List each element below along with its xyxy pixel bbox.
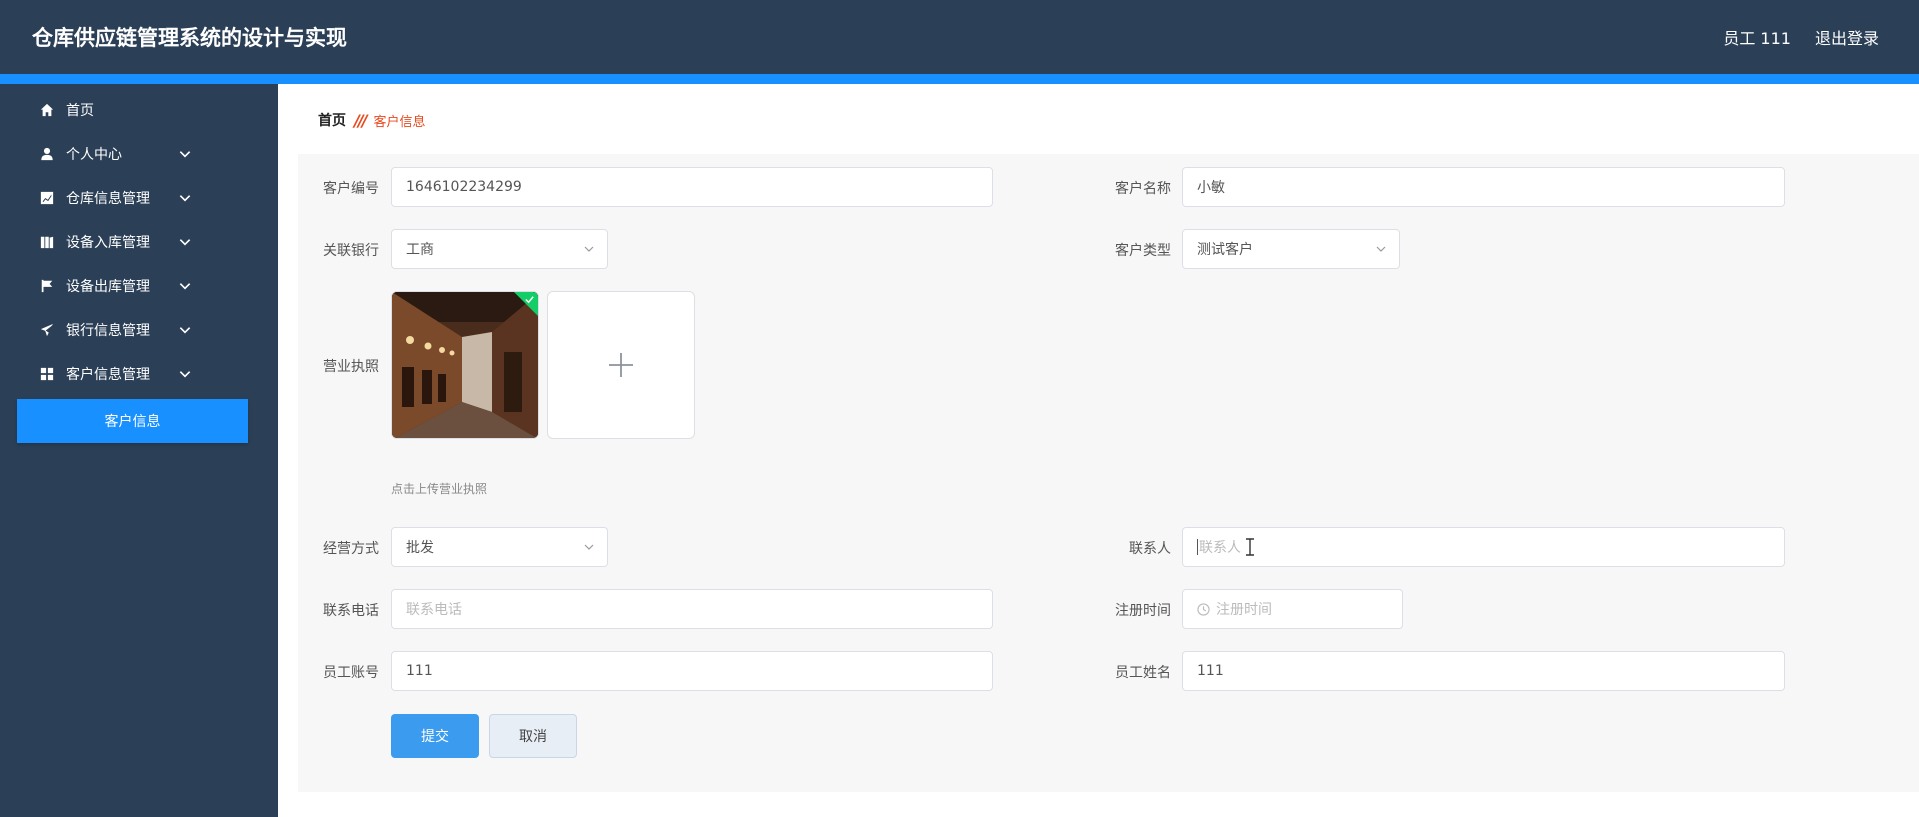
sidebar-item-label: 设备出库管理 [66, 279, 150, 295]
breadcrumb-home[interactable]: 首页 [318, 110, 346, 130]
text-cursor-icon [1246, 538, 1254, 556]
sidebar-item-home[interactable]: 首页 [40, 95, 240, 125]
book-icon [40, 235, 54, 249]
sidebar-item-label: 客户信息管理 [66, 367, 150, 383]
sidebar-subitem-customer-info[interactable]: 客户信息 [17, 399, 248, 443]
customer-name-input[interactable]: 小敏 [1182, 167, 1785, 207]
logout-button[interactable]: 退出登录 [1815, 25, 1879, 49]
reg-time-placeholder: 注册时间 [1216, 602, 1272, 618]
contact-label: 联系人 [1129, 541, 1171, 557]
chevron-down-icon [178, 147, 192, 161]
sidebar-item-label: 仓库信息管理 [66, 191, 150, 207]
sidebar-item-inbound[interactable]: 设备入库管理 [40, 227, 240, 257]
customer-type-label: 客户类型 [1115, 243, 1171, 259]
customer-id-input[interactable]: 1646102234299 [391, 167, 993, 207]
header-right: 员工 111 退出登录 [1723, 25, 1879, 49]
chart-icon [40, 191, 54, 205]
chevron-down-icon [178, 367, 192, 381]
app-title: 仓库供应链管理系统的设计与实现 [32, 26, 347, 50]
submit-button[interactable]: 提交 [391, 714, 479, 758]
customer-name-label: 客户名称 [1115, 181, 1171, 197]
license-thumbnail[interactable] [391, 291, 539, 439]
chevron-down-icon [178, 191, 192, 205]
check-icon [525, 296, 534, 304]
business-mode-select-value: 批发 [406, 540, 434, 556]
breadcrumb-separator: /// [354, 110, 367, 130]
phone-input[interactable]: 联系电话 [391, 589, 993, 629]
reg-time-label: 注册时间 [1115, 603, 1171, 619]
flag-icon [40, 279, 54, 293]
sidebar-item-customer[interactable]: 客户信息管理 [40, 359, 240, 389]
sidebar-item-warehouse[interactable]: 仓库信息管理 [40, 183, 240, 213]
sidebar-item-label: 银行信息管理 [66, 323, 150, 339]
bank-label: 关联银行 [323, 243, 379, 259]
chevron-down-icon [583, 541, 595, 553]
grid-icon [40, 367, 54, 381]
staff-account-input[interactable]: 111 [391, 651, 993, 691]
chevron-down-icon [178, 235, 192, 249]
send-icon [40, 323, 54, 337]
header-accent-bar [0, 74, 1919, 84]
sidebar-item-outbound[interactable]: 设备出库管理 [40, 271, 240, 301]
license-upload-button[interactable] [547, 291, 695, 439]
cancel-button[interactable]: 取消 [489, 714, 577, 758]
home-icon [40, 103, 54, 117]
customer-type-select[interactable]: 测试客户 [1182, 229, 1400, 269]
chevron-down-icon [1375, 243, 1387, 255]
sidebar-item-bank[interactable]: 银行信息管理 [40, 315, 240, 345]
chevron-down-icon [583, 243, 595, 255]
user-label[interactable]: 员工 111 [1723, 25, 1791, 49]
bank-select-value: 工商 [406, 242, 434, 258]
staff-name-label: 员工姓名 [1115, 665, 1171, 681]
customer-type-select-value: 测试客户 [1197, 242, 1253, 258]
sidebar-item-profile[interactable]: 个人中心 [40, 139, 240, 169]
plus-icon [609, 353, 633, 377]
license-label: 营业执照 [323, 359, 379, 375]
contact-input[interactable]: 联系人 [1182, 527, 1785, 567]
user-icon [40, 147, 54, 161]
text-caret [1197, 539, 1198, 555]
reg-time-input[interactable]: 注册时间 [1182, 589, 1403, 629]
staff-account-label: 员工账号 [323, 665, 379, 681]
business-mode-select[interactable]: 批发 [391, 527, 608, 567]
sidebar: 首页 个人中心 仓库信息管理 设备入库管理 设备出库管理 银行信息管理 客户信息… [0, 84, 278, 817]
customer-id-label: 客户编号 [323, 181, 379, 197]
contact-placeholder: 联系人 [1199, 540, 1241, 556]
chevron-down-icon [178, 279, 192, 293]
breadcrumb: 首页 /// 客户信息 [318, 110, 426, 130]
top-header: 仓库供应链管理系统的设计与实现 员工 111 退出登录 [0, 0, 1919, 74]
sidebar-item-label: 设备入库管理 [66, 235, 150, 251]
sidebar-item-label: 个人中心 [66, 147, 122, 163]
business-mode-label: 经营方式 [323, 541, 379, 557]
license-upload-tip: 点击上传营业执照 [391, 482, 488, 496]
chevron-down-icon [178, 323, 192, 337]
breadcrumb-current: 客户信息 [373, 114, 426, 130]
clock-icon [1197, 602, 1210, 616]
sidebar-item-label: 首页 [66, 103, 94, 119]
phone-label: 联系电话 [323, 603, 379, 619]
bank-select[interactable]: 工商 [391, 229, 608, 269]
staff-name-input[interactable]: 111 [1182, 651, 1785, 691]
